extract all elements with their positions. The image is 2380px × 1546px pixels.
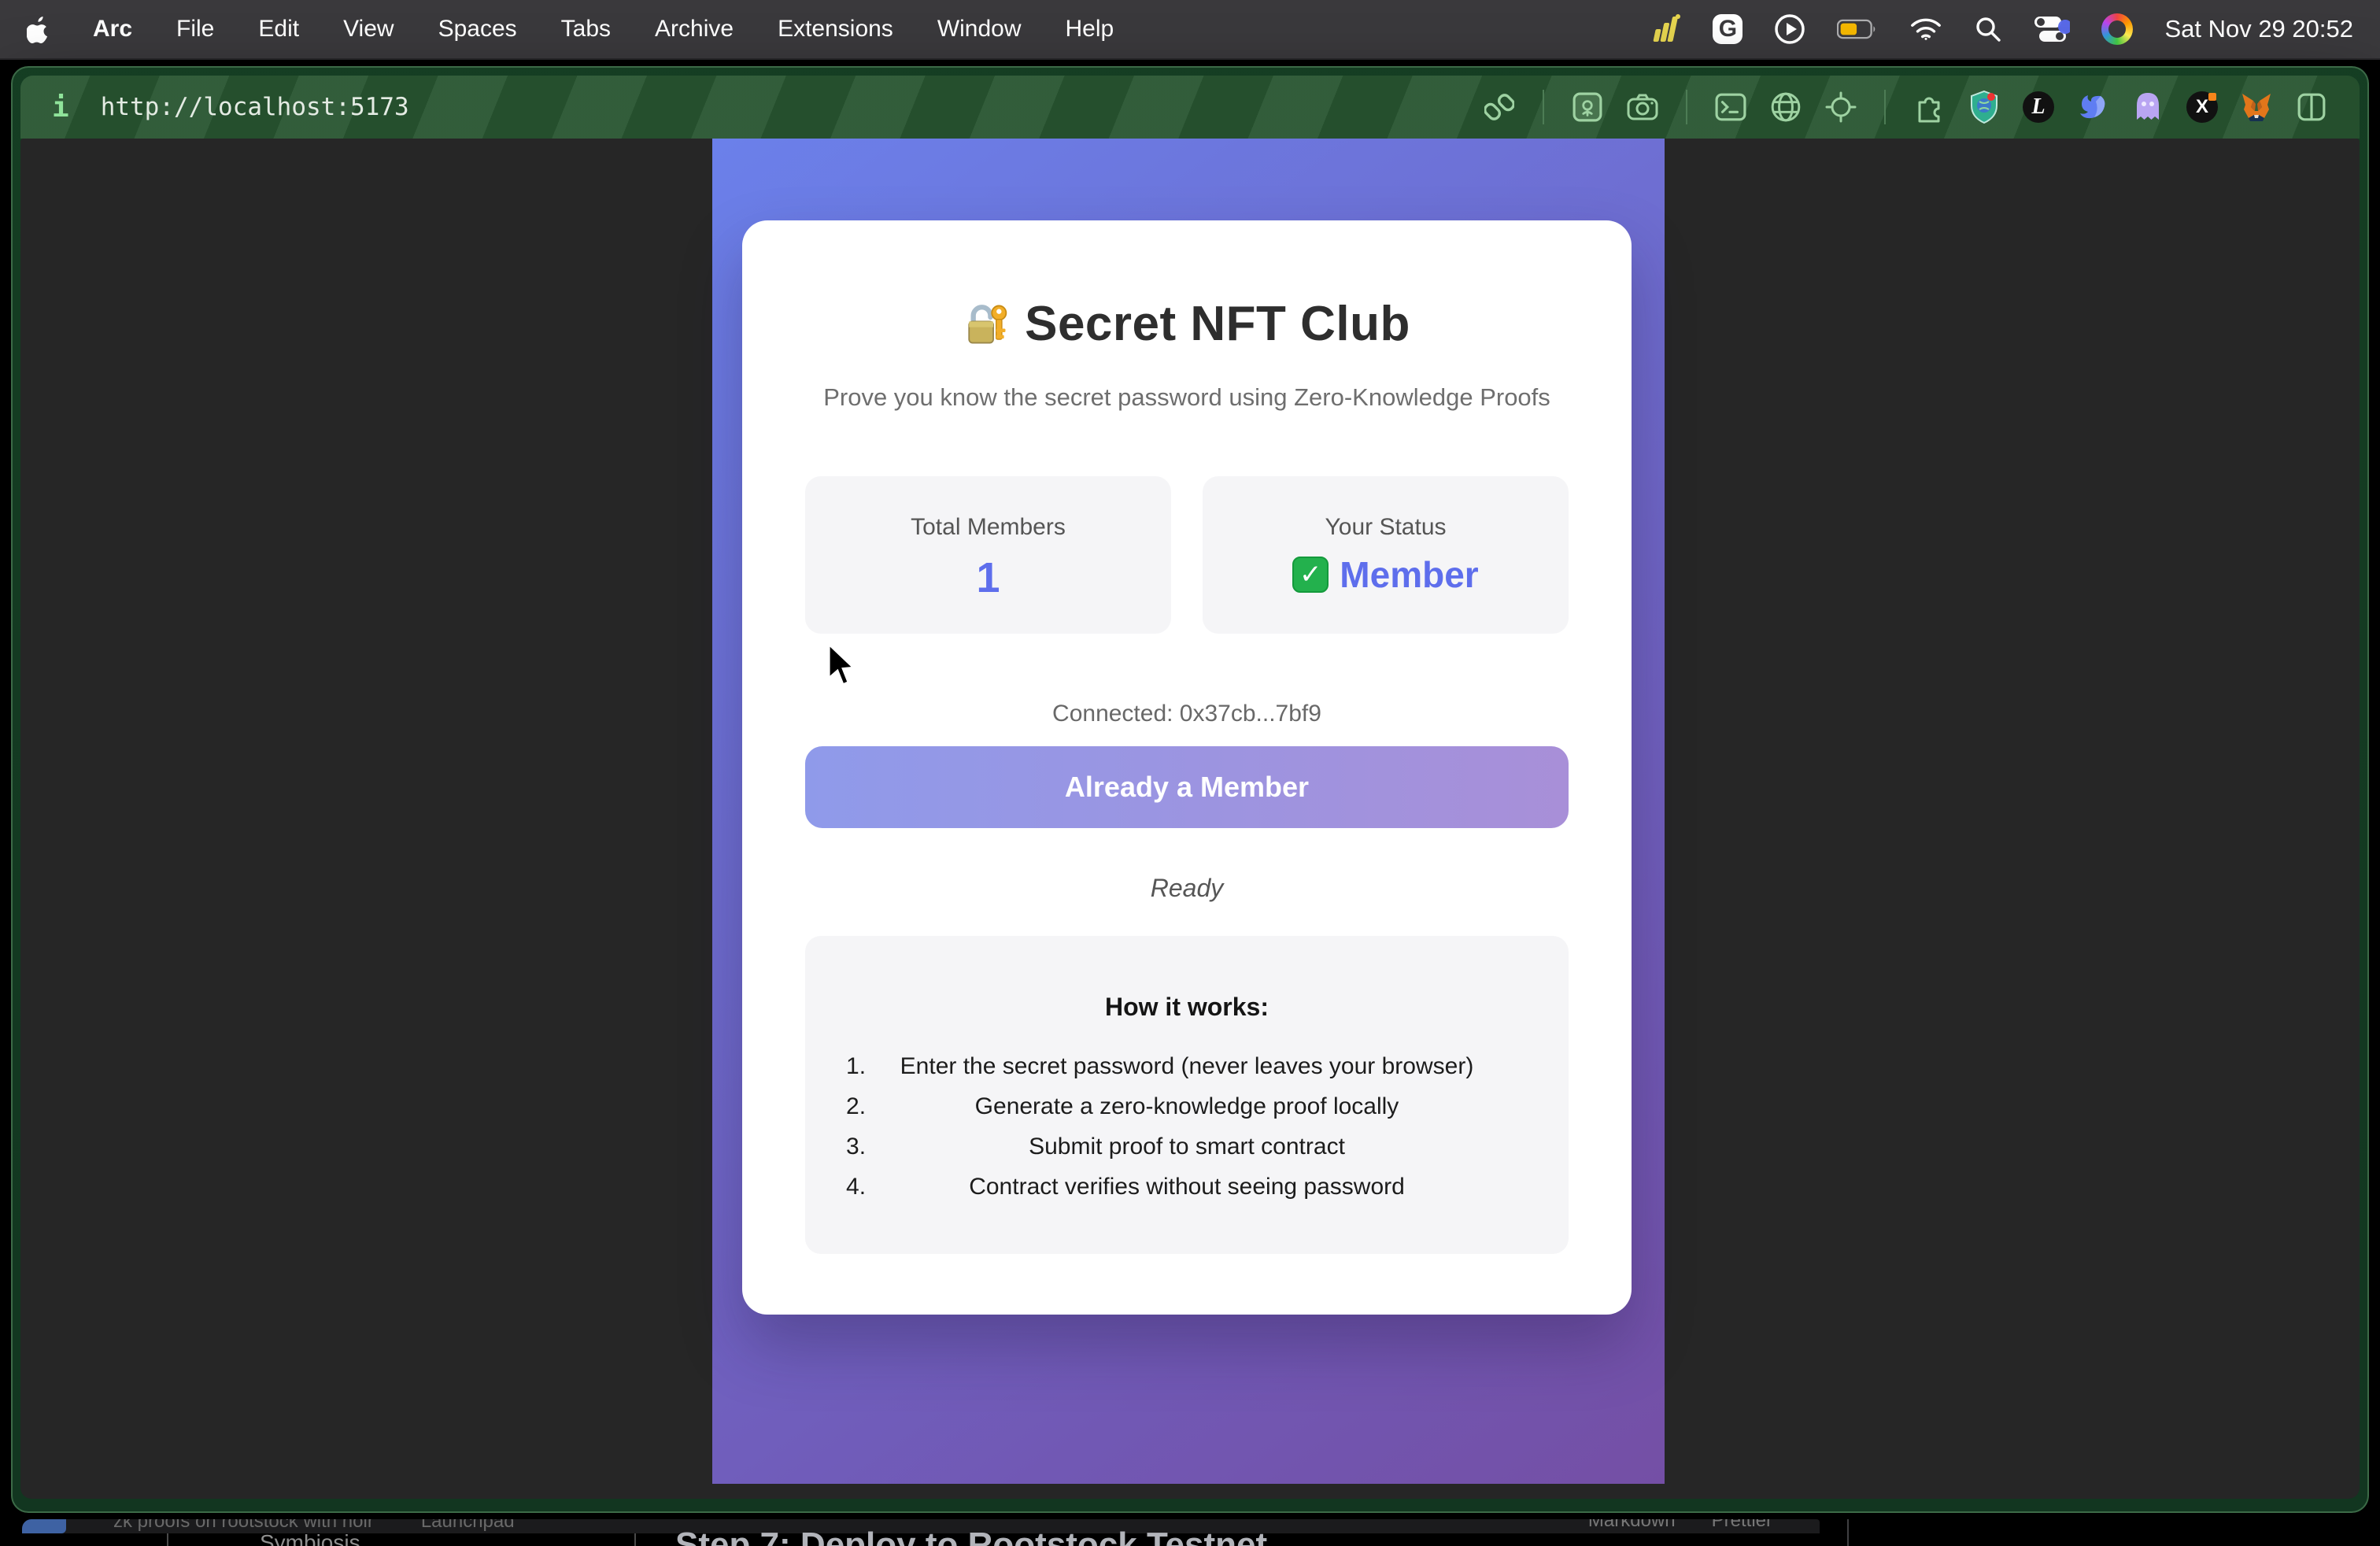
ghostery-icon[interactable] <box>2131 91 2164 124</box>
terminal-icon[interactable] <box>1714 91 1747 124</box>
stats-row: Total Members 1 Your Status ✓ Member <box>805 476 1569 634</box>
divider <box>1884 90 1886 124</box>
secret-nft-club-card: Secret NFT Club Prove you know the secre… <box>742 220 1632 1315</box>
menu-item-edit[interactable]: Edit <box>258 16 299 43</box>
metamask-fox-icon[interactable] <box>2240 91 2273 124</box>
play-circle-icon[interactable] <box>1774 12 1805 46</box>
how-step-4: Contract verifies without seeing passwor… <box>805 1174 1569 1214</box>
divider <box>1543 90 1544 124</box>
member-text: Member <box>1340 553 1478 596</box>
white-check-mark-icon: ✓ <box>1292 557 1329 593</box>
launchpad-label[interactable]: Launchpad <box>421 1519 515 1533</box>
url-text[interactable]: http://localhost:5173 <box>101 93 409 121</box>
how-it-works-heading: How it works: <box>805 993 1569 1022</box>
divider <box>1847 1519 1849 1546</box>
how-it-works-list: Enter the secret password (never leaves … <box>805 1053 1569 1214</box>
page-title-text: Secret NFT Club <box>1025 296 1410 352</box>
menu-item-help[interactable]: Help <box>1066 16 1114 43</box>
menu-item-window[interactable]: Window <box>937 16 1022 43</box>
divider <box>1686 90 1687 124</box>
adblock-shield-icon[interactable] <box>1968 91 2001 124</box>
menu-item-archive[interactable]: Archive <box>655 16 734 43</box>
locked-with-key-icon <box>963 301 1009 347</box>
battery-icon[interactable] <box>1837 12 1878 46</box>
prettier-label[interactable]: Prettier <box>1712 1519 1772 1532</box>
rainbow-ring-app-icon[interactable] <box>2101 13 2133 45</box>
grammarly-icon[interactable]: G <box>1713 14 1743 44</box>
total-members-box: Total Members 1 <box>805 476 1171 634</box>
blue-bird-extension-icon[interactable] <box>2076 91 2109 124</box>
control-center-icon[interactable] <box>2034 12 2070 46</box>
mouse-cursor <box>826 642 857 686</box>
menu-bar-clock[interactable]: Sat Nov 29 20:52 <box>2164 15 2353 43</box>
picker-crosshair-icon[interactable] <box>1824 91 1857 124</box>
page-subtitle: Prove you know the secret password using… <box>742 383 1632 412</box>
already-a-member-button[interactable]: Already a Member <box>805 746 1569 828</box>
menu-item-view[interactable]: View <box>343 16 394 43</box>
split-view-icon[interactable] <box>2295 91 2328 124</box>
info-icon[interactable]: i <box>52 91 69 124</box>
remote-indicator-badge[interactable] <box>22 1519 66 1533</box>
url-bar-actions: L X <box>1483 90 2328 124</box>
menu-item-spaces[interactable]: Spaces <box>438 16 517 43</box>
markdown-mode-label[interactable]: Markdown <box>1588 1519 1676 1532</box>
background-tab-symbiosis[interactable]: Symbiosis <box>260 1530 360 1546</box>
copy-link-icon[interactable] <box>1483 91 1516 124</box>
globe-icon[interactable] <box>1769 91 1802 124</box>
capture-image-icon[interactable] <box>1571 91 1604 124</box>
screenshot-camera-icon[interactable] <box>1626 91 1659 124</box>
extensions-puzzle-icon[interactable] <box>1913 91 1946 124</box>
menu-item-file[interactable]: File <box>176 16 214 43</box>
your-status-box: Your Status ✓ Member <box>1203 476 1569 634</box>
browser-viewport: Secret NFT Club Prove you know the secre… <box>20 139 2360 1499</box>
url-bar[interactable]: i http://localhost:5173 <box>20 76 2360 139</box>
arc-browser-window: i http://localhost:5173 <box>11 66 2369 1513</box>
menu-items: Arc File Edit View Spaces Tabs Archive E… <box>93 16 1114 43</box>
your-status-label: Your Status <box>1203 514 1569 541</box>
apple-menu-icon[interactable] <box>27 14 54 44</box>
page-background-gradient: Secret NFT Club Prove you know the secre… <box>712 139 1665 1484</box>
menu-item-tabs[interactable]: Tabs <box>561 16 611 43</box>
how-step-3: Submit proof to smart contract <box>805 1134 1569 1174</box>
menu-bar: Arc File Edit View Spaces Tabs Archive E… <box>0 0 2380 60</box>
background-document-heading: Step 7: Deploy to Rootstock Testnet <box>675 1526 1267 1546</box>
how-step-2: Generate a zero-knowledge proof locally <box>805 1093 1569 1134</box>
spotlight-search-icon[interactable] <box>1974 12 2002 46</box>
language-tool-icon[interactable]: L <box>2023 91 2054 123</box>
divider <box>167 1533 168 1546</box>
how-step-1: Enter the secret password (never leaves … <box>805 1053 1569 1093</box>
menu-app-name[interactable]: Arc <box>93 16 132 43</box>
total-members-label: Total Members <box>805 514 1171 541</box>
menu-item-extensions[interactable]: Extensions <box>778 16 893 43</box>
how-it-works-box: How it works: Enter the secret password … <box>805 936 1569 1254</box>
wifi-icon[interactable] <box>1909 12 1942 46</box>
connected-address: Connected: 0x37cb...7bf9 <box>742 701 1632 727</box>
stocks-chart-icon[interactable] <box>1650 12 1681 46</box>
divider <box>634 1533 636 1546</box>
status-text: Ready <box>742 874 1632 903</box>
menu-bar-status-items: G Sat Nov 29 20:52 <box>1650 12 2353 46</box>
your-status-value: ✓ Member <box>1203 553 1569 596</box>
total-members-value: 1 <box>805 553 1171 602</box>
x-wallet-icon[interactable]: X <box>2186 91 2218 123</box>
page-title: Secret NFT Club <box>742 296 1632 352</box>
